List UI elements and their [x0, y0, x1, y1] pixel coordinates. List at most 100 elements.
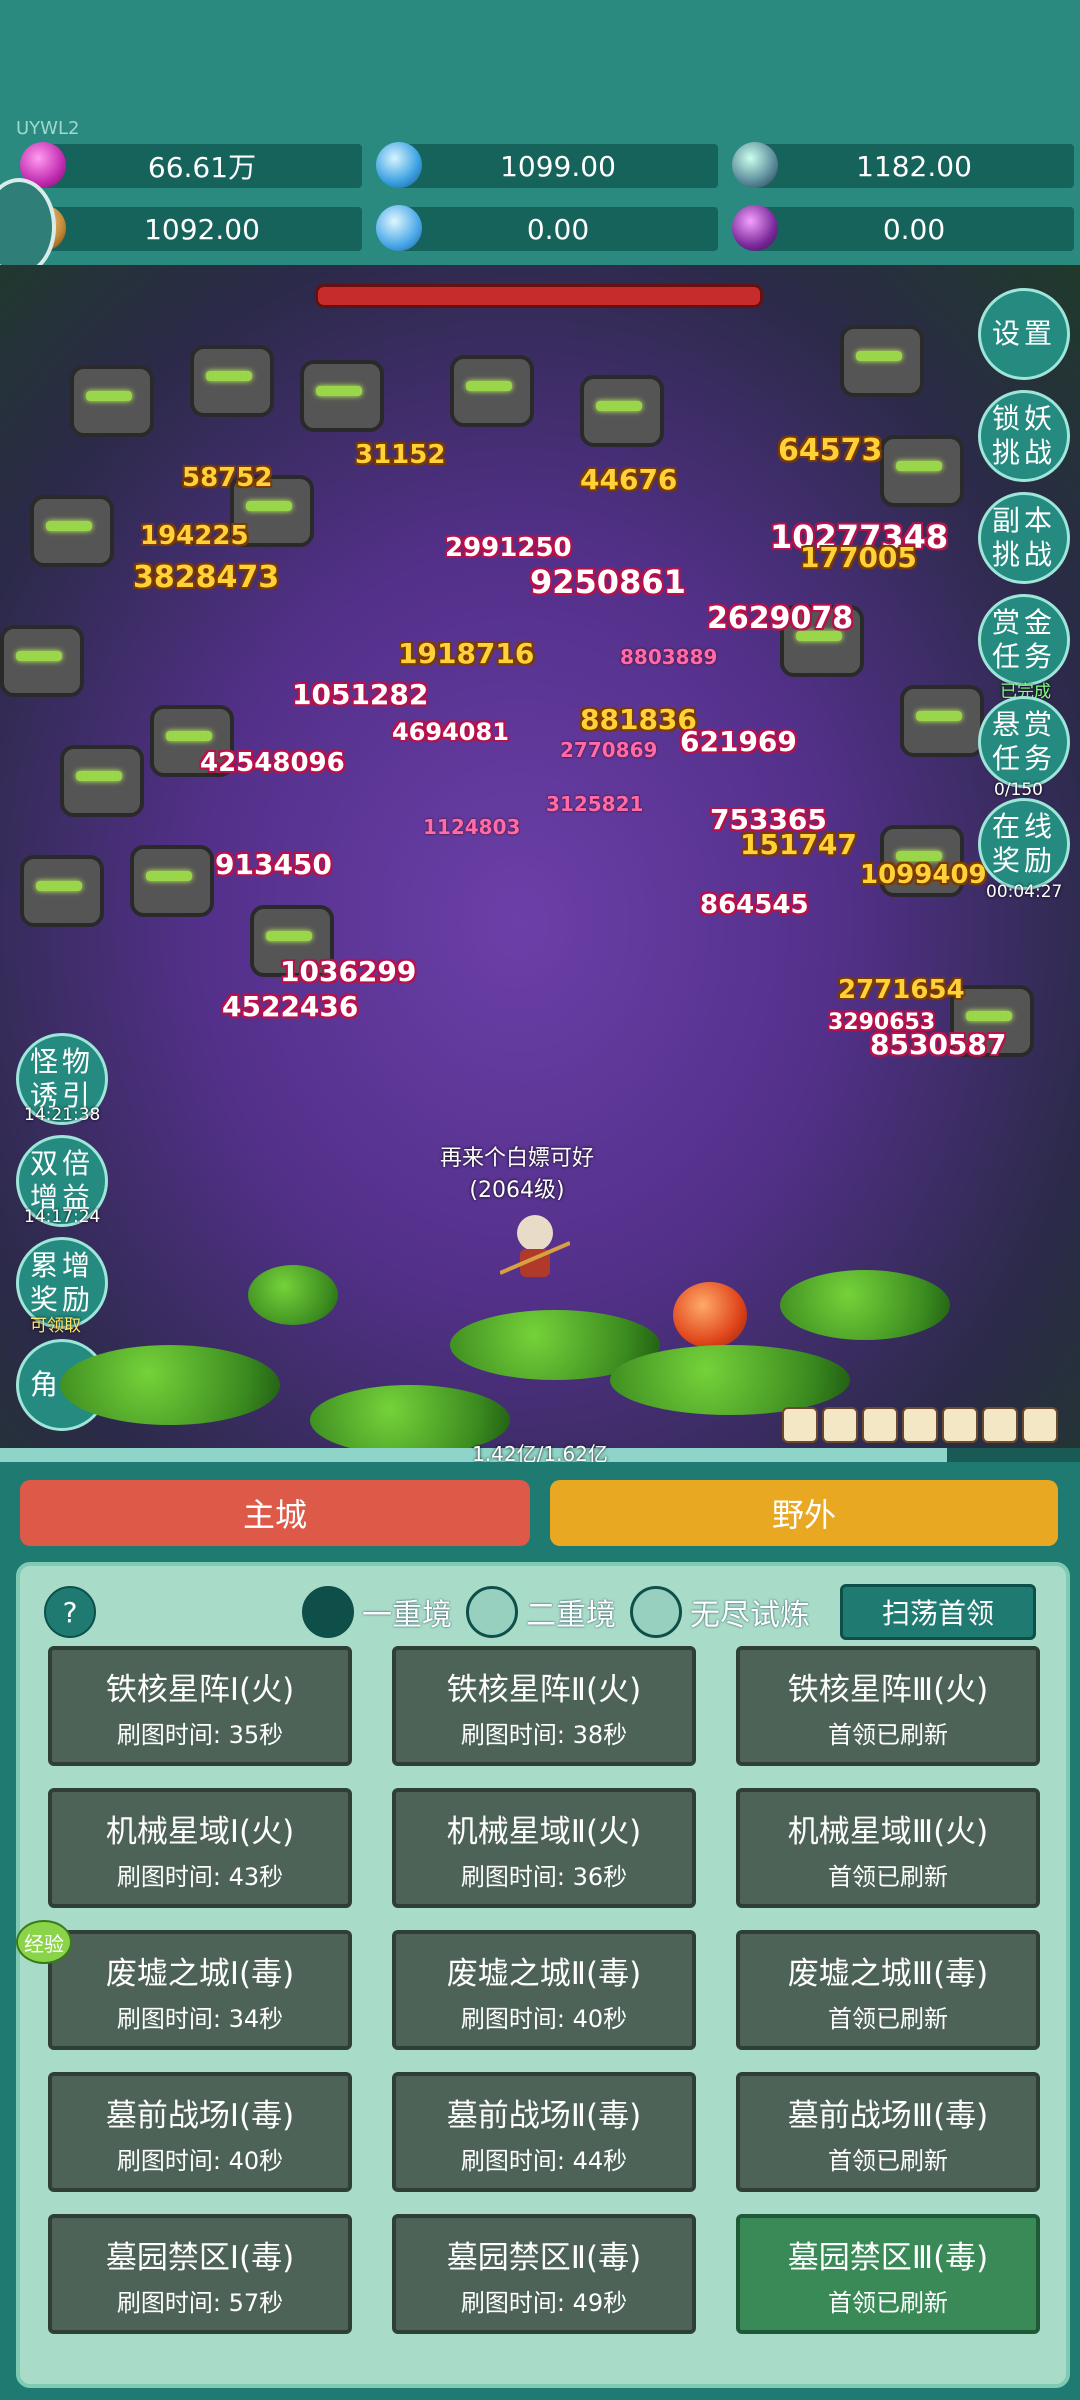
damage-number: 1124803 [423, 815, 521, 839]
stage-card[interactable]: 废墟之城Ⅰ(毒) 刷图时间: 34秒 [48, 1930, 352, 2050]
radio-dot-selected [302, 1586, 354, 1638]
robot-enemy [900, 685, 984, 757]
bush-decoration [780, 1270, 950, 1340]
help-button[interactable]: ? [44, 1586, 96, 1638]
stage-card[interactable]: 铁核星阵Ⅲ(火) 首领已刷新 [736, 1646, 1040, 1766]
robot-enemy [580, 375, 664, 447]
bush-decoration [60, 1345, 280, 1425]
online-reward-button[interactable]: 在线 奖励 [978, 798, 1070, 890]
stage-card[interactable]: 废墟之城Ⅲ(毒) 首领已刷新 [736, 1930, 1040, 2050]
stage-name: 墓园禁区Ⅲ(毒) [787, 2240, 989, 2276]
player-character [500, 1215, 570, 1277]
robot-enemy [880, 435, 964, 507]
stage-panel: ? 一重境 二重境 无尽试炼 扫荡首领 铁核星阵Ⅰ(火) 刷图时间: 35秒 铁核星… [16, 1562, 1070, 2388]
xp-badge: 经验 [16, 1920, 72, 1964]
stage-status: 刷图时间: 40秒 [460, 2005, 628, 2033]
bush-decoration [248, 1265, 338, 1325]
stage-name: 墓园禁区Ⅱ(毒) [446, 2240, 642, 2276]
stage-name: 废墟之城Ⅱ(毒) [446, 1956, 642, 1992]
stage-card[interactable]: 墓园禁区Ⅱ(毒) 刷图时间: 49秒 [392, 2214, 696, 2334]
stage-name: 机械星域Ⅰ(火) [105, 1814, 295, 1850]
robot-enemy [20, 855, 104, 927]
stage-card[interactable]: 机械星域Ⅱ(火) 刷图时间: 36秒 [392, 1788, 696, 1908]
stage-status: 首领已刷新 [828, 1863, 948, 1891]
settings-button[interactable]: 设置 [978, 288, 1070, 380]
damage-number: 64573 [778, 433, 883, 468]
robot-enemy [300, 360, 384, 432]
stage-name: 铁核星阵Ⅰ(火) [105, 1672, 295, 1708]
gem-resource: 66.61万 [20, 142, 362, 188]
damage-number: 194225 [140, 521, 249, 551]
stage-status: 首领已刷新 [828, 2289, 948, 2317]
damage-number: 8803889 [620, 645, 718, 669]
mode-radio-first-realm[interactable]: 一重境 [302, 1586, 452, 1638]
robot-enemy [30, 495, 114, 567]
wild-button[interactable]: 野外 [550, 1480, 1058, 1546]
damage-number: 3828473 [133, 560, 280, 595]
bounty-gold-task-button[interactable]: 赏金 任务 [978, 594, 1070, 686]
shell-resource: 1092.00 [20, 205, 362, 251]
bush-decoration [610, 1345, 850, 1415]
damage-number: 4694081 [392, 718, 509, 746]
damage-number: 1099409 [860, 860, 987, 890]
demon-lock-challenge-button[interactable]: 锁妖 挑战 [978, 390, 1070, 482]
dungeon-challenge-button[interactable]: 副本 挑战 [978, 492, 1070, 584]
damage-number: 864545 [700, 890, 809, 920]
stage-status: 首领已刷新 [828, 2005, 948, 2033]
damage-number: 58752 [182, 463, 273, 493]
stage-name: 墓前战场Ⅱ(毒) [446, 2098, 642, 2134]
stage-card[interactable]: 机械星域Ⅲ(火) 首领已刷新 [736, 1788, 1040, 1908]
stage-card[interactable]: 铁核星阵Ⅱ(火) 刷图时间: 38秒 [392, 1646, 696, 1766]
stage-name: 铁核星阵Ⅱ(火) [446, 1672, 642, 1708]
stage-card[interactable]: 机械星域Ⅰ(火) 刷图时间: 43秒 [48, 1788, 352, 1908]
sweep-boss-button[interactable]: 扫荡首领 [840, 1584, 1036, 1640]
damage-number: 1918716 [398, 637, 535, 670]
damage-number: 9250861 [530, 563, 686, 601]
robot-enemy [0, 625, 84, 697]
stage-name: 墓前战场Ⅲ(毒) [787, 2098, 989, 2134]
stage-card[interactable]: 墓前战场Ⅲ(毒) 首领已刷新 [736, 2072, 1040, 2192]
reward-task-button[interactable]: 悬赏 任务 [978, 696, 1070, 788]
radio-dot [630, 1586, 682, 1638]
robot-enemy [450, 355, 534, 427]
robot-enemy [70, 365, 154, 437]
boss-health-bar [318, 287, 760, 305]
stage-name: 废墟之城Ⅲ(毒) [787, 1956, 989, 1992]
mode-radio-second-realm[interactable]: 二重境 [466, 1586, 616, 1638]
stage-status: 首领已刷新 [828, 2147, 948, 2175]
damage-number: 913450 [215, 848, 332, 881]
stone-orb-icon [732, 142, 778, 188]
stage-status: 刷图时间: 38秒 [460, 1721, 628, 1749]
online-reward-timer: 00:04:27 [986, 882, 1063, 902]
battle-scene: 31152 58752 64573 44676 194225 3828473 2… [0, 265, 1080, 1460]
stage-name: 墓前战场Ⅰ(毒) [105, 2098, 295, 2134]
stage-name: 机械星域Ⅲ(火) [787, 1814, 989, 1850]
stage-card[interactable]: 废墟之城Ⅱ(毒) 刷图时间: 40秒 [392, 1930, 696, 2050]
damage-number: 2770869 [560, 738, 658, 762]
stage-card[interactable]: 墓前战场Ⅱ(毒) 刷图时间: 44秒 [392, 2072, 696, 2192]
main-city-button[interactable]: 主城 [20, 1480, 530, 1546]
stage-status: 刷图时间: 49秒 [460, 2289, 628, 2317]
stage-card[interactable]: 墓前战场Ⅰ(毒) 刷图时间: 40秒 [48, 2072, 352, 2192]
damage-number: 2771654 [838, 975, 965, 1005]
robot-enemy [130, 845, 214, 917]
damage-number: 4522436 [222, 990, 359, 1023]
damage-number: 3125821 [546, 792, 644, 816]
radio-dot [466, 1586, 518, 1638]
ice-resource: 1099.00 [376, 142, 718, 188]
stage-card[interactable]: 墓园禁区Ⅰ(毒) 刷图时间: 57秒 [48, 2214, 352, 2334]
stage-card[interactable]: 墓园禁区Ⅲ(毒) 首领已刷新 [736, 2214, 1040, 2334]
robot-enemy [190, 345, 274, 417]
damage-number: 177005 [800, 541, 917, 574]
double-buff-timer: 14:17:24 [24, 1207, 101, 1227]
mode-radio-endless-trial[interactable]: 无尽试炼 [630, 1586, 810, 1638]
damage-number: 151747 [740, 828, 857, 861]
monster-lure-timer: 14:21:38 [24, 1105, 101, 1125]
stage-name: 墓园禁区Ⅰ(毒) [105, 2240, 295, 2276]
damage-number: 42548096 [200, 748, 345, 778]
damage-number: 3290653 [828, 1010, 936, 1035]
stage-status: 刷图时间: 43秒 [116, 1863, 284, 1891]
stage-name: 废墟之城Ⅰ(毒) [105, 1956, 295, 1992]
stage-card[interactable]: 铁核星阵Ⅰ(火) 刷图时间: 35秒 [48, 1646, 352, 1766]
reward-task-progress: 0/150 [994, 780, 1043, 800]
